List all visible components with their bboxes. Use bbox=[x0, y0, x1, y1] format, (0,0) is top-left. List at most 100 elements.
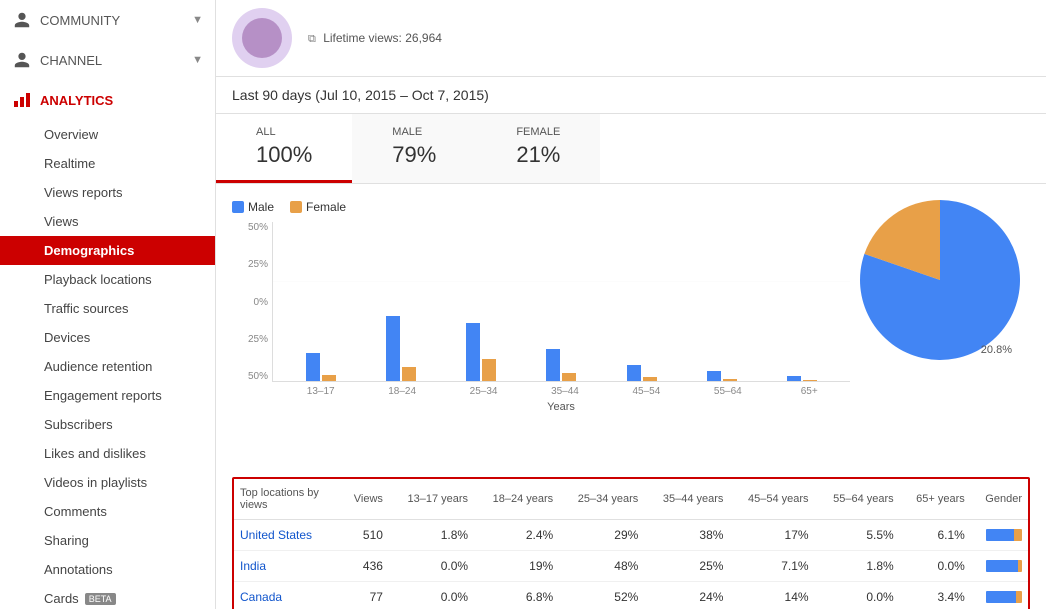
pie-label-overlay: 20.8% 79.2% bbox=[216, 309, 1046, 469]
legend-male-dot bbox=[232, 201, 244, 213]
sidebar-item-likes-dislikes[interactable]: Likes and dislikes bbox=[0, 439, 215, 468]
analytics-icon bbox=[12, 90, 32, 110]
table-cell-value: 24% bbox=[644, 582, 729, 609]
pie-label-box: 20.8% 79.2% bbox=[866, 309, 1026, 469]
table-cell-value: 52% bbox=[559, 582, 644, 609]
table-header-row: Top locations byviews Views 13–17 years … bbox=[234, 479, 1028, 520]
table-cell-value: 48% bbox=[559, 551, 644, 582]
tab-all-label: ALL bbox=[256, 126, 312, 138]
legend-male-label: Male bbox=[248, 200, 274, 214]
channel-label: CHANNEL bbox=[40, 53, 102, 68]
table-cell-value: 2.4% bbox=[474, 520, 559, 551]
main-content: ⧉ Lifetime views: 26,964 Last 90 days (J… bbox=[216, 0, 1046, 609]
col-13-17: 13–17 years bbox=[389, 479, 474, 520]
sidebar-item-engagement-reports[interactable]: Engagement reports bbox=[0, 381, 215, 410]
tab-male-value: 79% bbox=[392, 142, 436, 168]
channel-icon bbox=[12, 50, 32, 70]
sidebar-item-annotations[interactable]: Annotations bbox=[0, 555, 215, 584]
table-cell-value: 38% bbox=[644, 520, 729, 551]
table-cell-value: 14% bbox=[729, 582, 814, 609]
table-cell-value: 7.1% bbox=[729, 551, 814, 582]
table-cell-value: 3.4% bbox=[900, 582, 971, 609]
gender-bar bbox=[986, 591, 1022, 603]
table-cell-value: 0.0% bbox=[389, 551, 474, 582]
chart-legend: Male Female bbox=[232, 200, 850, 214]
sidebar-item-comments[interactable]: Comments bbox=[0, 497, 215, 526]
sidebar-item-sharing[interactable]: Sharing bbox=[0, 526, 215, 555]
sidebar-item-subscribers[interactable]: Subscribers bbox=[0, 410, 215, 439]
tab-female-value: 21% bbox=[516, 142, 560, 168]
col-25-34: 25–34 years bbox=[559, 479, 644, 520]
table-cell-location[interactable]: India bbox=[234, 551, 341, 582]
top-bar: ⧉ Lifetime views: 26,964 bbox=[216, 0, 1046, 77]
table-cell-value: 0.0% bbox=[900, 551, 971, 582]
gender-bar-cell bbox=[977, 560, 1022, 572]
cards-beta-badge: BETA bbox=[85, 593, 116, 605]
sidebar-community[interactable]: COMMUNITY ▼ bbox=[0, 0, 215, 40]
table-cell-value: 25% bbox=[644, 551, 729, 582]
table-cell-location[interactable]: United States bbox=[234, 520, 341, 551]
person-icon bbox=[12, 10, 32, 30]
table-cell-value: 6.8% bbox=[474, 582, 559, 609]
table-cell-value: 6.1% bbox=[900, 520, 971, 551]
date-range: Last 90 days (Jul 10, 2015 – Oct 7, 2015… bbox=[216, 77, 1046, 114]
col-55-64: 55–64 years bbox=[815, 479, 900, 520]
data-table: Top locations byviews Views 13–17 years … bbox=[234, 479, 1028, 609]
sidebar-item-views-reports[interactable]: Views reports bbox=[0, 178, 215, 207]
col-gender: Gender bbox=[971, 479, 1028, 520]
tab-female[interactable]: FEMALE 21% bbox=[476, 114, 600, 183]
sidebar-item-playback-locations[interactable]: Playback locations bbox=[0, 265, 215, 294]
sidebar-item-audience-retention[interactable]: Audience retention bbox=[0, 352, 215, 381]
sidebar-item-traffic-sources[interactable]: Traffic sources bbox=[0, 294, 215, 323]
sidebar-item-overview[interactable]: Overview bbox=[0, 120, 215, 149]
gender-bar-cell bbox=[977, 591, 1022, 603]
sidebar-channel[interactable]: CHANNEL ▼ bbox=[0, 40, 215, 80]
gender-bar-cell bbox=[977, 529, 1022, 541]
sidebar-item-views[interactable]: Views bbox=[0, 207, 215, 236]
table-cell-value: 510 bbox=[341, 520, 389, 551]
top-bar-info: ⧉ Lifetime views: 26,964 bbox=[308, 31, 442, 46]
table-cell-value: 29% bbox=[559, 520, 644, 551]
col-location: Top locations byviews bbox=[234, 479, 341, 520]
gender-bar bbox=[986, 560, 1022, 572]
legend-male: Male bbox=[232, 200, 274, 214]
sidebar: COMMUNITY ▼ CHANNEL ▼ ANALYTICS Overview… bbox=[0, 0, 216, 609]
table-cell-value: 17% bbox=[729, 520, 814, 551]
sidebar-item-demographics[interactable]: Demographics bbox=[0, 236, 215, 265]
sidebar-item-cards[interactable]: Cards BETA bbox=[0, 584, 215, 609]
sidebar-item-realtime[interactable]: Realtime bbox=[0, 149, 215, 178]
col-65-plus: 65+ years bbox=[900, 479, 971, 520]
analytics-label: ANALYTICS bbox=[40, 93, 113, 108]
community-chevron: ▼ bbox=[192, 14, 203, 26]
legend-female-label: Female bbox=[306, 200, 346, 214]
sidebar-item-devices[interactable]: Devices bbox=[0, 323, 215, 352]
legend-female: Female bbox=[290, 200, 346, 214]
sidebar-item-videos-in-playlists[interactable]: Videos in playlists bbox=[0, 468, 215, 497]
channel-chevron: ▼ bbox=[192, 54, 203, 66]
table-cell-value: 1.8% bbox=[389, 520, 474, 551]
gender-tabs: ALL 100% MALE 79% FEMALE 21% bbox=[216, 114, 1046, 184]
tab-all[interactable]: ALL 100% bbox=[216, 114, 352, 183]
table-cell-value: 0.0% bbox=[815, 582, 900, 609]
table-cell-gender bbox=[971, 551, 1028, 582]
sidebar-analytics[interactable]: ANALYTICS bbox=[0, 80, 215, 120]
lifetime-views-label: Lifetime views: bbox=[323, 31, 402, 45]
col-18-24: 18–24 years bbox=[474, 479, 559, 520]
avatar bbox=[232, 8, 292, 68]
community-label: COMMUNITY bbox=[40, 13, 120, 28]
lifetime-views-value: 26,964 bbox=[405, 31, 442, 45]
legend-female-dot bbox=[290, 201, 302, 213]
table-row: India4360.0%19%48%25%7.1%1.8%0.0% bbox=[234, 551, 1028, 582]
tab-male[interactable]: MALE 79% bbox=[352, 114, 476, 183]
tab-female-label: FEMALE bbox=[516, 126, 560, 138]
pie-male-label: 79.2% bbox=[967, 414, 1004, 429]
tab-all-value: 100% bbox=[256, 142, 312, 168]
data-table-wrapper: Top locations byviews Views 13–17 years … bbox=[232, 477, 1030, 609]
table-cell-gender bbox=[971, 582, 1028, 609]
table-cell-value: 1.8% bbox=[815, 551, 900, 582]
col-35-44: 35–44 years bbox=[644, 479, 729, 520]
copy-icon: ⧉ bbox=[308, 33, 316, 45]
table-cell-value: 436 bbox=[341, 551, 389, 582]
table-cell-location[interactable]: Canada bbox=[234, 582, 341, 609]
tab-male-label: MALE bbox=[392, 126, 436, 138]
